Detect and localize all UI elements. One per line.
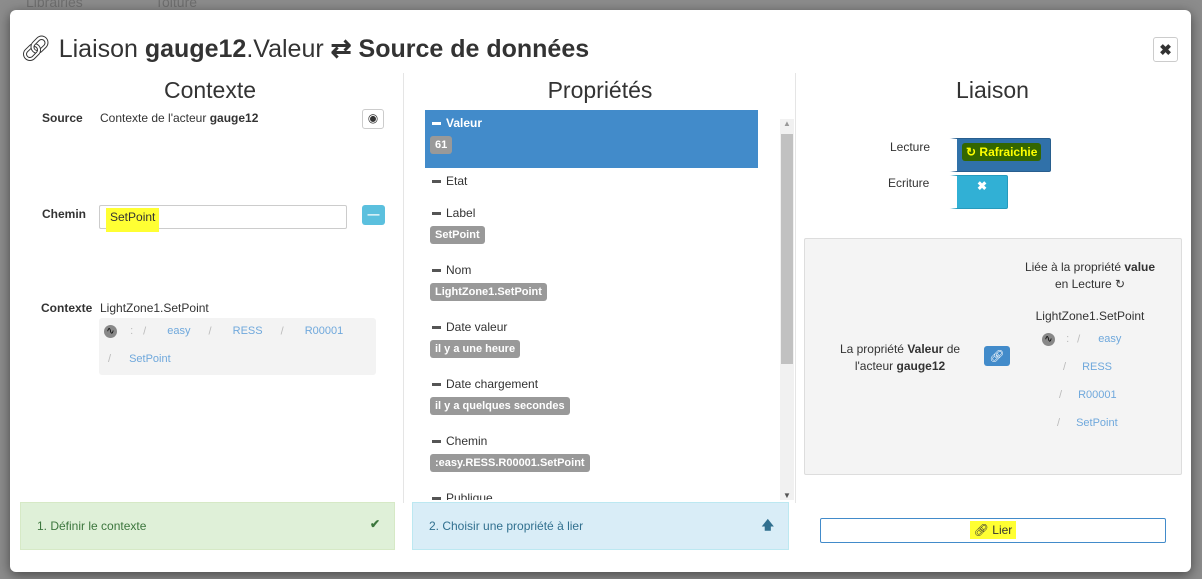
property-name: Publique <box>446 491 493 500</box>
collapse-button[interactable]: — <box>362 205 385 225</box>
property-item[interactable]: Label SetPoint <box>425 200 758 257</box>
refresh-button: ↻ Rafraichie <box>962 143 1042 161</box>
target-icon-button[interactable]: ◉ <box>362 109 384 129</box>
refresh-icon: ↻ <box>966 145 977 159</box>
path-link[interactable]: easy <box>1098 333 1121 345</box>
contexte-heading: Contexte <box>163 77 257 103</box>
path-link[interactable]: SetPoint <box>129 353 171 365</box>
contexte-value: LightZone1.SetPoint <box>100 301 209 315</box>
lecture-label: Lecture <box>890 140 931 154</box>
proprietes-heading: Propriétés <box>547 77 653 103</box>
modal-title: 🔗︎ Liaison gauge12.Valeur ⇄ Source de do… <box>20 35 590 63</box>
property-name: Date chargement <box>446 377 539 391</box>
summary-left: La propriété Valeur de l'acteur gauge12 <box>839 342 961 373</box>
property-item[interactable]: Nom LightZone1.SetPoint <box>425 257 758 314</box>
exchange-icon: ⇄ <box>330 35 352 63</box>
chemin-label: Chemin <box>42 207 87 221</box>
property-value: SetPoint <box>430 226 485 244</box>
summary-path-title: LightZone1.SetPoint <box>1035 309 1145 323</box>
path-link[interactable]: R00001 <box>305 325 344 337</box>
path-link[interactable]: easy <box>167 325 190 337</box>
bg-librairies: Librairies <box>26 0 83 10</box>
property-value: 61 <box>430 136 453 154</box>
refresh-icon: ↻ <box>1115 277 1126 291</box>
scrollbar[interactable]: ▲ ▼ <box>780 119 794 500</box>
property-item[interactable]: Date valeur il y a une heure <box>425 314 758 371</box>
property-item[interactable]: Valeur 61 <box>425 110 758 168</box>
source-text: Contexte de l'acteur gauge12 <box>100 111 259 125</box>
link-icon: 🔗︎ <box>973 523 989 537</box>
property-name: Etat <box>446 174 468 188</box>
path-link[interactable]: RESS <box>1082 361 1112 373</box>
property-name: Nom <box>446 263 472 277</box>
close-button[interactable]: ✖ <box>1153 37 1178 62</box>
link-icon: 🔗︎ <box>20 35 52 63</box>
binding-summary: La propriété Valeur de l'acteur gauge12 … <box>804 238 1182 475</box>
sinus-icon: ∿ <box>1042 333 1055 346</box>
liaison-heading: Liaison <box>956 77 1029 103</box>
check-icon: ✔ <box>369 517 380 531</box>
lecture-toggle[interactable]: ↻ Rafraichie <box>949 138 1051 172</box>
source-label: Source <box>42 111 83 125</box>
summary-right: Liée à la propriété value en Lecture ↻ <box>1024 260 1156 291</box>
property-item[interactable]: Publique <box>425 485 758 500</box>
property-item[interactable]: Date chargement il y a quelques secondes <box>425 371 758 428</box>
contexte-label: Contexte <box>41 301 93 315</box>
ecriture-toggle[interactable]: ✖ <box>949 175 1008 209</box>
step-1: 1. Définir le contexte ✔ <box>20 502 395 550</box>
property-name: Chemin <box>446 434 488 448</box>
context-path: ∿ : / easy / RESS / R00001 /SetPoint <box>99 318 376 375</box>
property-name: Date valeur <box>446 320 508 334</box>
path-link[interactable]: RESS <box>233 325 263 337</box>
sinus-icon: ∿ <box>104 325 117 338</box>
link-button[interactable]: 🔗︎ <box>984 346 1010 366</box>
property-value: il y a quelques secondes <box>430 397 570 415</box>
property-value: :easy.RESS.R00001.SetPoint <box>430 454 590 472</box>
properties-list: Valeur 61 Etat Label SetPoint Nom LightZone1.S… <box>425 110 758 500</box>
path-link[interactable]: SetPoint <box>1076 417 1118 429</box>
step-2[interactable]: 2. Choisir une propriété à lier 🡅 <box>412 502 789 550</box>
property-item[interactable]: Etat <box>425 168 758 200</box>
property-value: LightZone1.SetPoint <box>430 283 547 301</box>
bg-toiture: Toiture <box>155 0 198 10</box>
lier-button[interactable]: 🔗︎ Lier <box>820 518 1166 543</box>
property-item[interactable]: Chemin :easy.RESS.R00001.SetPoint <box>425 428 758 485</box>
chemin-input[interactable]: SetPoint <box>99 205 347 232</box>
arrow-up-icon: 🡅 <box>761 518 774 532</box>
path-link[interactable]: R00001 <box>1078 389 1117 401</box>
ecriture-label: Ecriture <box>888 176 930 190</box>
property-name: Valeur <box>446 116 483 130</box>
property-name: Label <box>446 206 476 220</box>
liaison-modal: 🔗︎ Liaison gauge12.Valeur ⇄ Source de do… <box>10 10 1191 572</box>
property-value: il y a une heure <box>430 340 521 358</box>
